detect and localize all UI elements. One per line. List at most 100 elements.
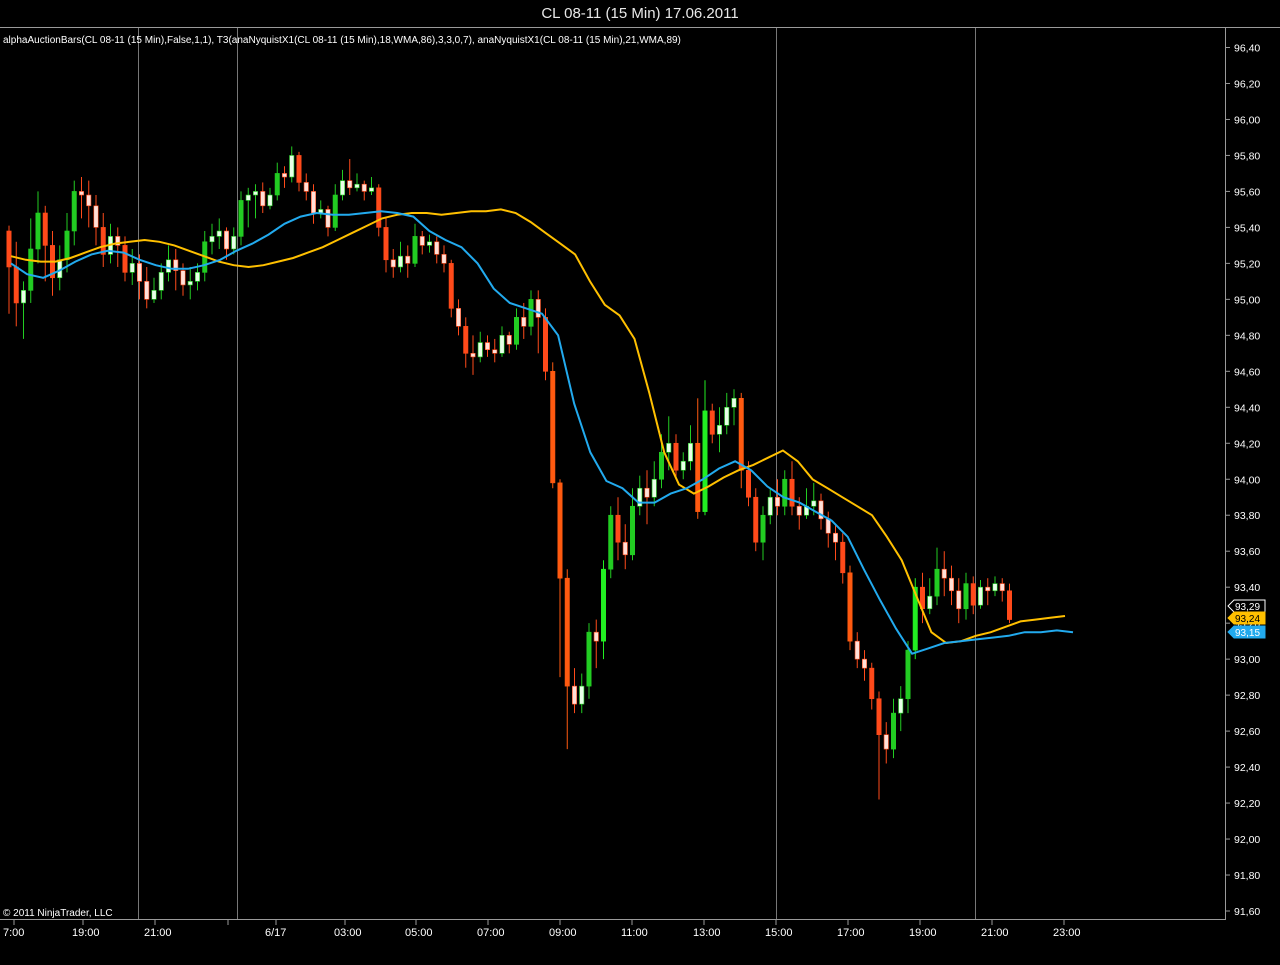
candle-body: [144, 281, 150, 300]
candle: [724, 392, 730, 435]
candle-body: [506, 335, 512, 345]
candle-body: [622, 541, 628, 556]
candle: [405, 245, 411, 278]
candle-body: [361, 183, 367, 192]
y-tick-label: 92,60: [1234, 726, 1260, 738]
x-tick-label: 7:00: [3, 927, 24, 939]
candle: [767, 488, 773, 525]
candle-body: [695, 442, 701, 512]
y-tick-label: 96,40: [1234, 43, 1260, 55]
copyright-text: © 2011 NinjaTrader, LLC: [3, 908, 113, 919]
candle: [840, 533, 846, 584]
candle-body: [151, 290, 157, 300]
y-tick-label: 93,40: [1234, 582, 1260, 594]
candle: [238, 191, 244, 246]
candle-body: [492, 349, 498, 354]
candle-body: [666, 442, 672, 453]
candle: [216, 218, 222, 249]
candle-body: [709, 410, 715, 435]
candle: [347, 159, 353, 196]
candle: [6, 225, 12, 314]
y-tick-label: 93,80: [1234, 510, 1260, 522]
candle: [332, 184, 338, 231]
candle: [687, 425, 693, 471]
candle-body: [209, 236, 215, 243]
candle-body: [992, 583, 998, 592]
candle-body: [238, 200, 244, 237]
indicator-label: alphaAuctionBars(CL 08-11 (15 Min),False…: [3, 35, 681, 46]
candle: [390, 248, 396, 278]
candle: [564, 569, 570, 750]
candle-body: [71, 191, 77, 232]
candle-body: [289, 155, 295, 178]
candle: [803, 488, 809, 519]
candle-body: [477, 342, 483, 358]
candle-body: [847, 572, 853, 642]
candle: [941, 551, 947, 597]
x-tick-label: 15:00: [765, 927, 793, 939]
candle-body: [760, 514, 766, 543]
time-axis: 7:00 19:00 21:00 6/17 03:00 05:00 07:00 09:00 11…: [3, 920, 1081, 939]
candle-body: [542, 317, 548, 372]
candle-body: [528, 299, 534, 327]
y-tick-label: 96,00: [1234, 114, 1260, 126]
candle-body: [934, 568, 940, 597]
y-tick-label: 92,40: [1234, 762, 1260, 774]
candle: [383, 218, 389, 273]
candle: [166, 245, 172, 282]
x-tick-label: 6/17: [265, 927, 286, 939]
y-tick-label: 93,60: [1234, 546, 1260, 558]
candle-body: [195, 272, 201, 282]
candle: [274, 162, 280, 201]
candle: [832, 524, 838, 561]
candle-body: [368, 187, 374, 192]
candle-body: [956, 590, 962, 610]
candle-body: [122, 245, 128, 273]
candle-body: [586, 631, 592, 687]
candle-body: [448, 263, 454, 309]
candle: [71, 180, 77, 246]
candle-body: [608, 514, 614, 570]
candle: [187, 266, 193, 300]
candle-body: [811, 500, 817, 507]
candle-body: [484, 342, 490, 351]
candle-body: [216, 230, 222, 237]
price-axis: 96,40 96,20 96,00 95,80 95,60 95,40 95,20 95,00…: [1225, 43, 1260, 918]
candle: [680, 452, 686, 480]
candle: [484, 335, 490, 357]
candle: [397, 241, 403, 273]
candle-body: [303, 182, 309, 192]
candle: [310, 184, 316, 224]
candle: [999, 578, 1005, 602]
candle: [260, 182, 266, 214]
last-value-markers: 93,2993,24 93,15: [1227, 599, 1266, 639]
price-chart[interactable]: alphaAuctionBars(CL 08-11 (15 Min),False…: [0, 0, 1280, 965]
candle-body: [13, 266, 19, 304]
candle-body: [383, 227, 389, 261]
candle: [57, 245, 63, 291]
candle-body: [905, 649, 911, 700]
candle-body: [187, 281, 193, 286]
candle: [1006, 583, 1012, 624]
candle-body: [253, 191, 259, 196]
y-tick-label: 94,60: [1234, 366, 1260, 378]
candle-body: [296, 155, 302, 183]
candle-body: [100, 227, 106, 255]
candle: [64, 213, 70, 273]
session-break-lines: [138, 28, 976, 919]
y-tick-label: 92,80: [1234, 690, 1260, 702]
candle-body: [593, 631, 599, 642]
candle: [144, 266, 150, 309]
candle-body: [977, 586, 983, 606]
candle: [644, 470, 650, 525]
candle-body: [579, 685, 585, 705]
candle-body: [419, 236, 425, 246]
candle: [470, 335, 476, 375]
candle-body: [615, 514, 621, 543]
candle-body: [796, 505, 802, 516]
candle: [79, 177, 85, 219]
candle: [956, 578, 962, 624]
candle: [977, 579, 983, 609]
candle: [129, 248, 135, 285]
candle-body: [42, 212, 48, 246]
